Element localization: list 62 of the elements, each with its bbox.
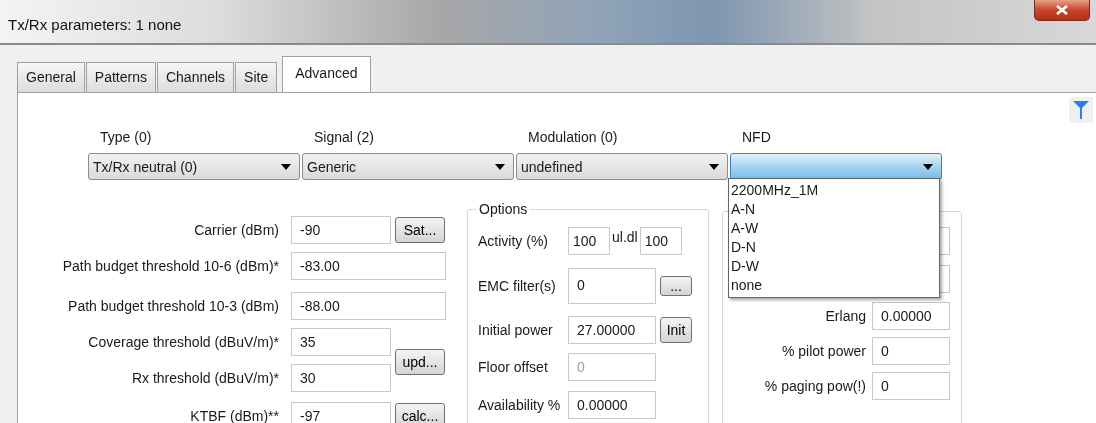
close-button[interactable] xyxy=(1034,0,1090,21)
input-field[interactable]: 0 xyxy=(568,268,656,304)
close-icon xyxy=(1056,5,1068,15)
input-field[interactable]: -83.00 xyxy=(291,252,446,280)
field-label: Availability % xyxy=(477,397,562,413)
action-button[interactable]: Sat... xyxy=(395,216,445,243)
input-field[interactable]: 0 xyxy=(872,337,950,365)
field-label: KTBF (dBm)** xyxy=(189,408,280,423)
dropdown-option[interactable]: A-W xyxy=(731,219,939,238)
field-label: Coverage threshold (dBuV/m)* xyxy=(87,333,280,350)
browse-button[interactable]: ... xyxy=(660,276,692,296)
tab[interactable]: Patterns xyxy=(85,62,156,92)
input-field[interactable]: 27.00000 xyxy=(568,316,656,344)
input-field[interactable]: 100 xyxy=(568,227,610,255)
field-label: % pilot power xyxy=(780,343,867,359)
input-field[interactable]: 0 xyxy=(872,372,950,400)
dropdown[interactable]: Generic xyxy=(302,153,514,180)
field-label: Path budget threshold 10-3 (dBm) xyxy=(67,297,280,314)
input-field[interactable]: 0.00000 xyxy=(872,302,950,330)
init-button[interactable]: Init xyxy=(660,317,692,343)
group-title: Options xyxy=(478,201,529,217)
dropdown-label: Modulation (0) xyxy=(527,129,619,147)
input-field[interactable]: -90 xyxy=(291,215,391,244)
dropdown-option[interactable]: D-W xyxy=(731,257,939,276)
action-button[interactable]: upd... xyxy=(395,348,445,375)
tab[interactable]: General xyxy=(17,62,85,92)
dropdown-label: Type (0) xyxy=(99,129,153,147)
field-label: Initial power xyxy=(477,322,554,338)
dropdown-option[interactable]: A-N xyxy=(731,200,939,219)
action-button[interactable]: calc... xyxy=(395,403,445,423)
dropdown-arrow-icon xyxy=(709,163,719,170)
dropdown[interactable]: Tx/Rx neutral (0) xyxy=(88,153,300,180)
field-label: Carrier (dBm) xyxy=(193,221,280,238)
input-field[interactable]: 35 xyxy=(291,327,391,356)
field-label: ul.dl xyxy=(612,229,638,245)
dropdown[interactable]: undefined xyxy=(516,153,728,180)
dropdown-label: NFD xyxy=(741,129,772,147)
input-field[interactable]: -97 xyxy=(291,402,391,423)
input-field[interactable]: -88.00 xyxy=(291,291,446,320)
input-field[interactable]: 100 xyxy=(639,227,682,255)
input-field[interactable]: 0.00000 xyxy=(568,391,656,419)
dropdown-arrow-icon xyxy=(495,163,505,170)
field-label: EMC filter(s) xyxy=(477,278,557,294)
window-title: Tx/Rx parameters: 1 none xyxy=(8,16,182,33)
dropdown-option[interactable]: D-N xyxy=(731,238,939,257)
dropdown-option[interactable]: none xyxy=(731,276,939,295)
field-label: Rx threshold (dBuV/m)* xyxy=(130,370,280,386)
dropdown-arrow-icon xyxy=(923,163,933,170)
tab[interactable]: Site xyxy=(235,62,278,92)
dropdown-arrow-icon xyxy=(281,163,291,170)
dropdown-option[interactable]: 2200MHz_1M xyxy=(731,181,939,200)
dropdown[interactable] xyxy=(730,153,942,180)
field-label: % paging pow(!) xyxy=(763,378,867,394)
field-label: Activity (%) xyxy=(477,233,549,249)
input-field[interactable]: 30 xyxy=(291,364,391,392)
field-label: Floor offset xyxy=(477,359,549,375)
filter-icon[interactable] xyxy=(1069,97,1093,123)
tab[interactable]: Advanced xyxy=(282,56,371,93)
field-label: Erlang xyxy=(824,308,867,324)
dropdown-label: Signal (2) xyxy=(313,129,375,147)
tab[interactable]: Channels xyxy=(156,62,235,92)
field-label: Path budget threshold 10-6 (dBm)* xyxy=(61,258,280,274)
